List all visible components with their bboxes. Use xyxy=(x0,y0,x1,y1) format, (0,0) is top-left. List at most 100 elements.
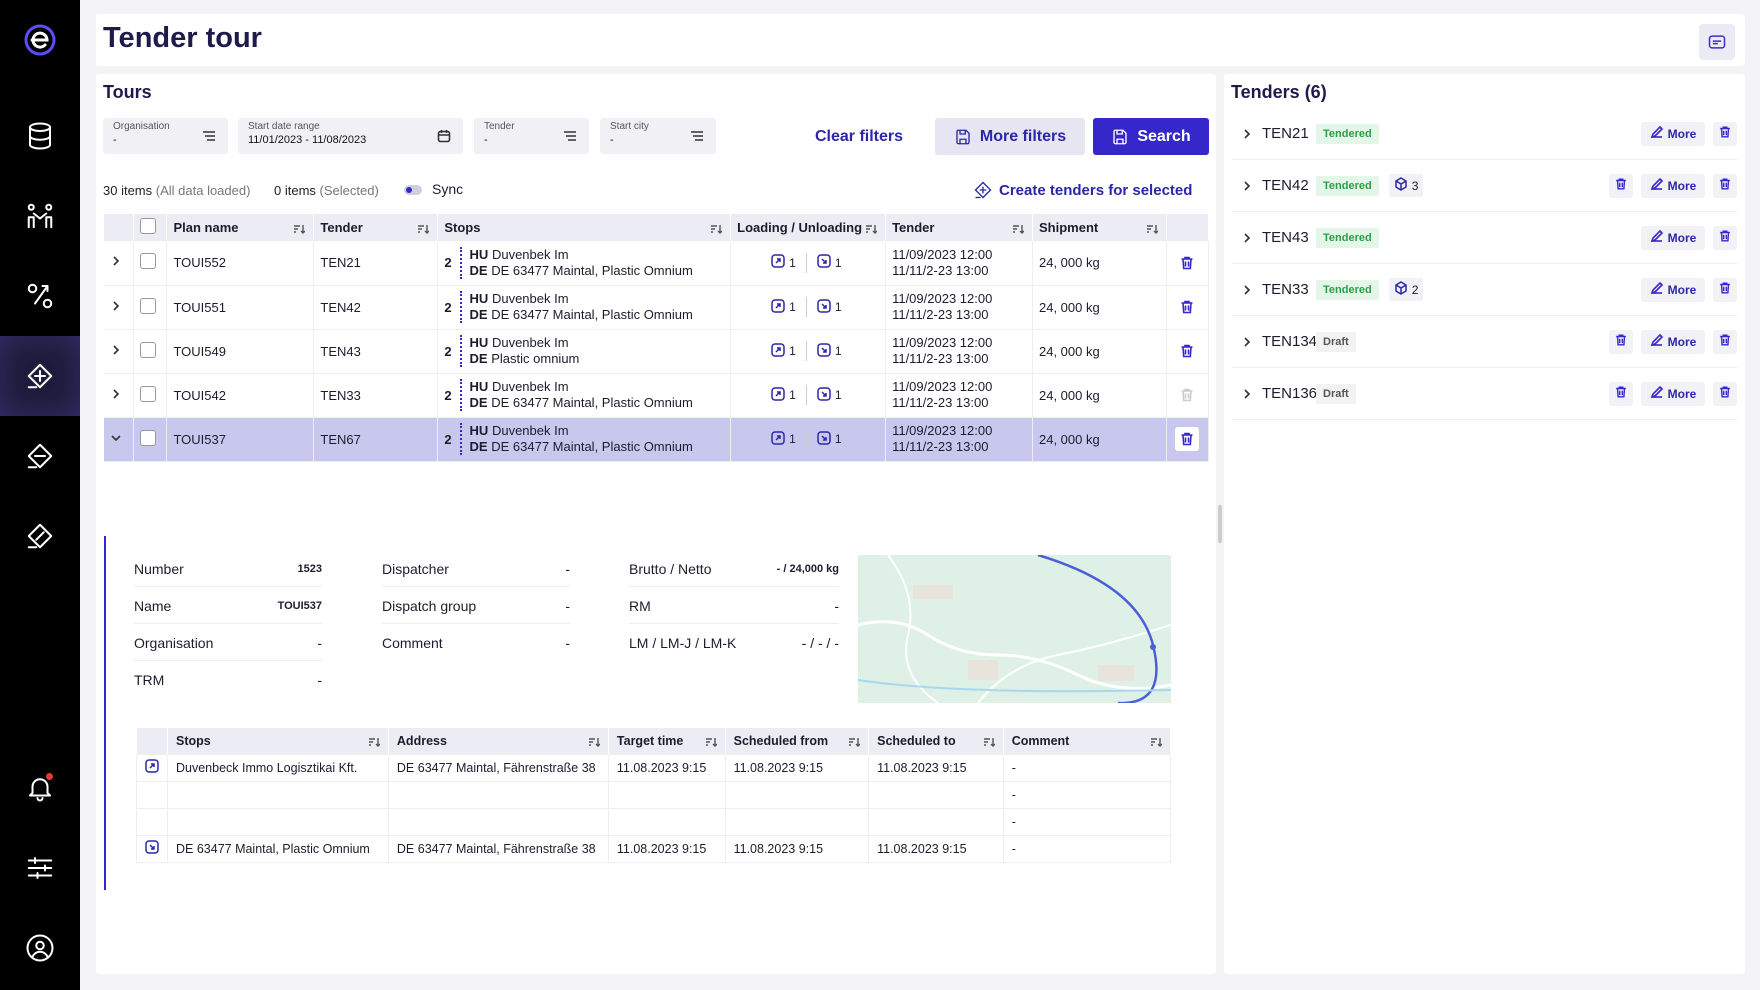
sidebar-item-settings[interactable] xyxy=(0,828,80,908)
col-stops[interactable]: Stops xyxy=(437,214,732,241)
select-cell[interactable] xyxy=(133,373,168,418)
sidebar-item-profile[interactable] xyxy=(0,908,80,988)
select-all-header[interactable] xyxy=(133,214,168,241)
select-all-checkbox[interactable] xyxy=(140,218,157,234)
more-button[interactable]: More xyxy=(1641,121,1705,146)
delete-tender-button[interactable] xyxy=(1609,381,1633,406)
select-cell[interactable] xyxy=(133,329,168,374)
row-checkbox[interactable] xyxy=(140,297,157,314)
delete-tender-button[interactable] xyxy=(1609,173,1633,198)
table-row[interactable]: TOUI551 TEN42 2 HU Duvenbek Im DE DE 63477 M… xyxy=(104,285,1210,330)
sort-icon[interactable] xyxy=(705,736,718,747)
sort-icon[interactable] xyxy=(588,736,601,747)
trash-icon[interactable] xyxy=(1175,295,1199,319)
expand-cell[interactable] xyxy=(104,329,135,374)
row-checkbox[interactable] xyxy=(140,253,157,270)
sidebar-item-database[interactable] xyxy=(0,96,80,176)
chevron-right-icon[interactable] xyxy=(1232,232,1262,244)
message-button[interactable] xyxy=(1699,24,1735,60)
sort-icon[interactable] xyxy=(293,222,306,234)
chevron-right-icon[interactable] xyxy=(110,255,120,266)
select-cell[interactable] xyxy=(133,241,168,286)
sidebar-item-tenders[interactable] xyxy=(0,416,80,496)
chevron-right-icon[interactable] xyxy=(1232,336,1262,348)
tender-item[interactable]: TEN43 Tendered More xyxy=(1232,212,1737,264)
col-target-time[interactable]: Target time xyxy=(608,728,726,754)
tender-item[interactable]: TEN136 Draft More xyxy=(1232,368,1737,420)
search-button[interactable]: Search xyxy=(1093,118,1209,155)
col-scheduled-from[interactable]: Scheduled from xyxy=(725,728,870,754)
table-row[interactable]: TOUI537 TEN67 2 HU Duvenbek Im DE DE 63477 M… xyxy=(104,417,1210,462)
col-loading-unloading[interactable]: Loading / Unloading xyxy=(730,214,887,241)
more-button[interactable]: More xyxy=(1641,329,1705,354)
filter-start-date-range[interactable]: Start date range 11/01/2023 - 11/08/2023 xyxy=(238,118,463,154)
sidebar-item-offers[interactable] xyxy=(0,496,80,576)
sort-icon[interactable] xyxy=(983,736,996,747)
more-button[interactable]: More xyxy=(1641,225,1705,250)
create-tenders-button[interactable]: Create tenders for selected xyxy=(973,180,1192,200)
chevron-right-icon[interactable] xyxy=(110,344,120,355)
table-row[interactable]: TOUI542 TEN33 2 HU Duvenbek Im DE DE 63477 M… xyxy=(104,373,1210,418)
filter-organisation[interactable]: Organisation - xyxy=(103,118,228,154)
delete-tender-button[interactable] xyxy=(1609,329,1633,354)
chevron-right-icon[interactable] xyxy=(1232,284,1262,296)
app-logo[interactable] xyxy=(20,20,60,60)
col-scheduled-to[interactable]: Scheduled to xyxy=(868,728,1004,754)
col-shipment[interactable]: Shipment xyxy=(1032,214,1167,241)
delete-button[interactable] xyxy=(1713,225,1737,250)
sort-icon[interactable] xyxy=(417,222,430,234)
chevron-right-icon[interactable] xyxy=(1232,128,1262,140)
col-address[interactable]: Address xyxy=(388,728,609,754)
tender-item[interactable]: TEN33 Tendered 2 More xyxy=(1232,264,1737,316)
col-plan-name[interactable]: Plan name xyxy=(166,214,315,241)
sort-icon[interactable] xyxy=(865,222,878,234)
tender-item[interactable]: TEN134 Draft More xyxy=(1232,316,1737,368)
chevron-right-icon[interactable] xyxy=(110,388,120,399)
select-cell[interactable] xyxy=(133,417,168,462)
chevron-right-icon[interactable] xyxy=(110,300,120,311)
delete-button[interactable] xyxy=(1713,173,1737,198)
delete-button[interactable] xyxy=(1713,329,1737,354)
col-stops[interactable]: Stops xyxy=(167,728,389,754)
sidebar-item-routes[interactable] xyxy=(0,176,80,256)
chevron-down-icon[interactable] xyxy=(110,432,121,442)
sort-icon[interactable] xyxy=(1150,736,1163,747)
route-map[interactable] xyxy=(858,555,1171,703)
expand-cell[interactable] xyxy=(104,373,135,418)
sort-icon[interactable] xyxy=(1146,222,1159,234)
expand-cell[interactable] xyxy=(104,241,135,286)
sidebar-item-notifications[interactable] xyxy=(0,748,80,828)
select-cell[interactable] xyxy=(133,285,168,330)
sort-icon[interactable] xyxy=(848,736,861,747)
table-row[interactable]: TOUI549 TEN43 2 HU Duvenbek Im DE Plastic om… xyxy=(104,329,1210,374)
more-button[interactable]: More xyxy=(1641,277,1705,302)
filter-tender[interactable]: Tender - xyxy=(474,118,589,154)
expand-cell[interactable] xyxy=(104,417,135,462)
chevron-right-icon[interactable] xyxy=(1232,180,1262,192)
trash-icon[interactable] xyxy=(1175,427,1200,451)
panel-resize-handle[interactable] xyxy=(1218,505,1222,543)
filter-start-city[interactable]: Start city - xyxy=(600,118,716,154)
row-checkbox[interactable] xyxy=(140,385,157,402)
chevron-right-icon[interactable] xyxy=(1232,388,1262,400)
sort-icon[interactable] xyxy=(368,736,381,747)
delete-button[interactable] xyxy=(1713,381,1737,406)
col-tender-date[interactable]: Tender xyxy=(885,214,1033,241)
row-checkbox[interactable] xyxy=(140,341,157,358)
sort-icon[interactable] xyxy=(710,222,723,234)
col-comment[interactable]: Comment xyxy=(1003,728,1172,754)
tender-item[interactable]: TEN42 Tendered 3 More xyxy=(1232,160,1737,212)
sync-toggle[interactable] xyxy=(404,185,422,195)
clear-filters-button[interactable]: Clear filters xyxy=(809,118,909,155)
row-checkbox[interactable] xyxy=(140,429,157,446)
delete-button[interactable] xyxy=(1713,121,1737,146)
trash-icon[interactable] xyxy=(1175,339,1199,363)
more-button[interactable]: More xyxy=(1641,173,1705,198)
col-tender[interactable]: Tender xyxy=(313,214,439,241)
tender-item[interactable]: TEN21 Tendered More xyxy=(1232,108,1737,160)
expand-cell[interactable] xyxy=(104,285,135,330)
more-filters-button[interactable]: More filters xyxy=(935,118,1085,155)
sort-icon[interactable] xyxy=(1012,222,1025,234)
sidebar-item-tours[interactable] xyxy=(0,256,80,336)
trash-icon[interactable] xyxy=(1175,251,1199,275)
